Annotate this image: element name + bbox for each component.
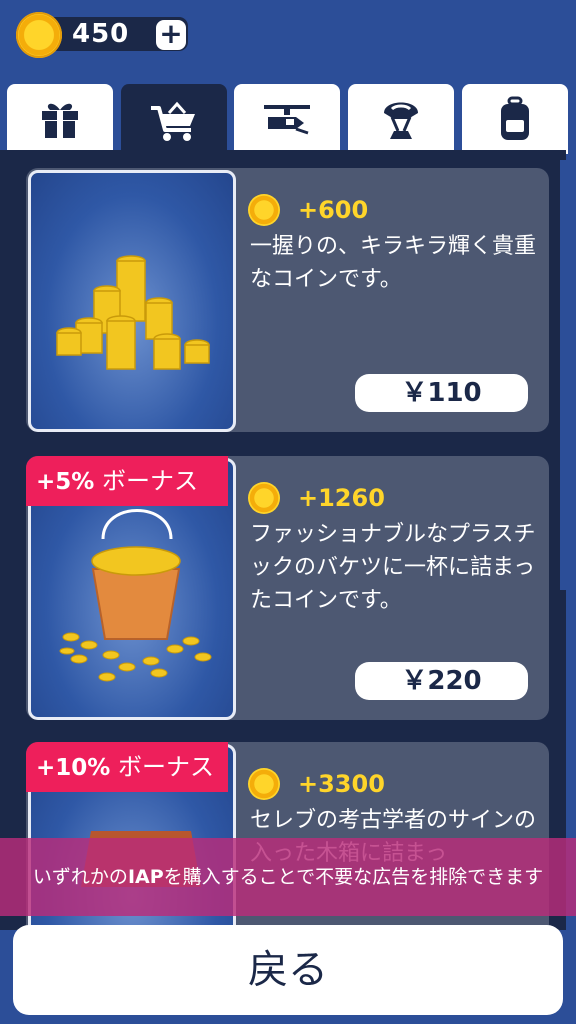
helicopter-icon	[264, 105, 310, 135]
shop-item-coins-600[interactable]: +600 一握りの、キラキラ輝く貴重なコインです。 ￥110	[26, 168, 549, 432]
bonus-label: ボーナス	[117, 753, 214, 781]
backpack-icon	[501, 96, 529, 140]
shopping-cart-icon	[151, 101, 195, 141]
bonus-badge: +5% ボーナス	[26, 456, 228, 506]
bonus-label: ボーナス	[101, 467, 198, 495]
bonus-percent: +10%	[36, 755, 111, 781]
bonus-badge: +10% ボーナス	[26, 742, 228, 792]
coin-stack-image	[28, 170, 236, 432]
item-amount: +1260	[298, 484, 385, 512]
tab-helicopters[interactable]	[234, 84, 340, 154]
ad-removal-banner: いずれかのIAPを購入することで不要な広告を排除できます	[0, 838, 576, 916]
shop-item-coins-1260[interactable]: +5% ボーナス +1260 ファッショナブルなプラスチックのバケツに一杯に詰ま…	[26, 456, 549, 720]
add-coins-button[interactable]: +	[156, 20, 186, 50]
coin-icon	[248, 482, 280, 514]
bonus-percent: +5%	[36, 469, 95, 495]
coin-count: 450	[72, 19, 130, 49]
coin-icon	[248, 768, 280, 800]
item-amount: +600	[298, 196, 369, 224]
item-amount: +3300	[298, 770, 385, 798]
buy-button-110[interactable]: ￥110	[355, 374, 528, 412]
tab-gifts[interactable]	[7, 84, 113, 154]
banner-prefix: いずれかの	[32, 866, 128, 888]
item-description: ファッショナブルなプラスチックのバケツに一杯に詰まったコインです。	[250, 522, 536, 613]
parachute-icon	[384, 102, 418, 139]
coin-icon	[248, 194, 280, 226]
tab-parachutes[interactable]	[348, 84, 454, 154]
tab-shop[interactable]	[121, 84, 227, 160]
item-description: 一握りの、キラキラ輝く貴重なコインです。	[250, 234, 537, 292]
coin-icon	[16, 12, 62, 58]
coin-balance: 450 +	[16, 12, 192, 58]
buy-button-220[interactable]: ￥220	[355, 662, 528, 700]
back-button[interactable]: 戻る	[13, 925, 563, 1015]
banner-suffix: を購入することで不要な広告を排除できます	[163, 866, 544, 888]
gift-icon	[42, 103, 78, 138]
tab-backpacks[interactable]	[462, 84, 568, 154]
banner-iap: IAP	[127, 866, 164, 888]
scrollbar[interactable]	[560, 160, 576, 590]
